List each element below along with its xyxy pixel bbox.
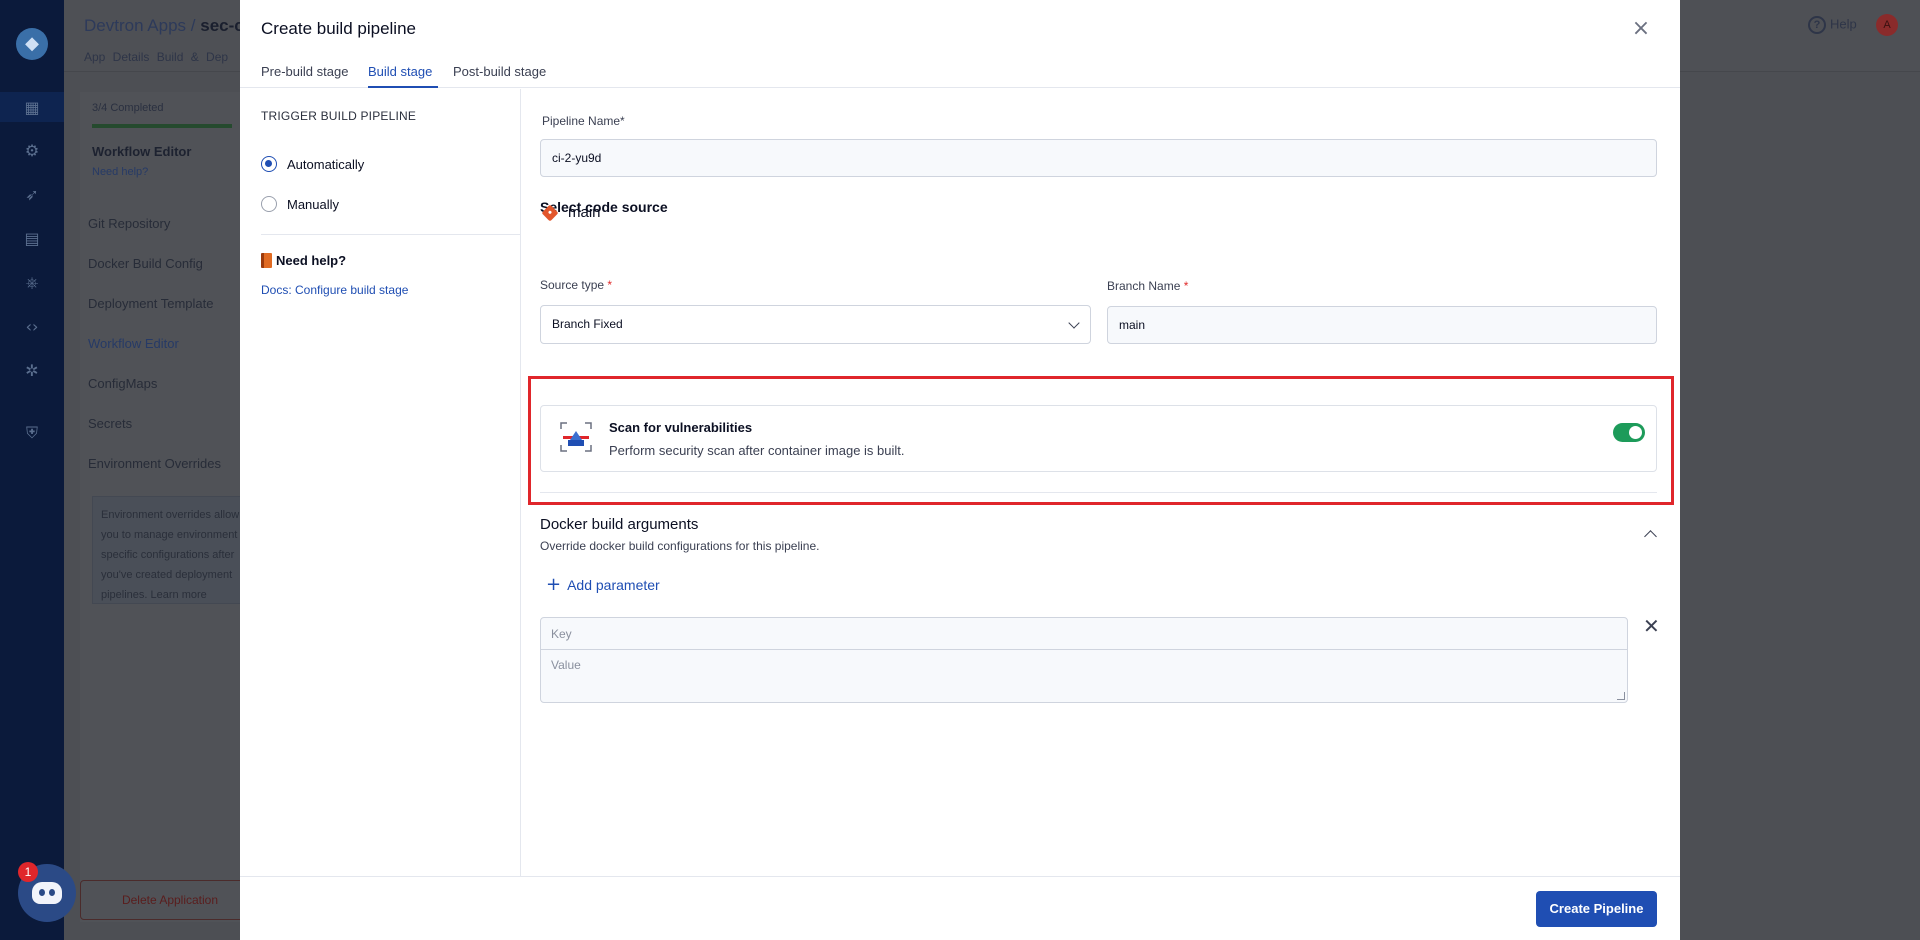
trigger-manually-option[interactable]: Manually (261, 196, 339, 212)
divider (540, 492, 1657, 493)
gear-icon[interactable]: ⚙ (22, 141, 42, 161)
key-input[interactable]: Key (541, 618, 1627, 650)
radio-label: Manually (287, 196, 340, 212)
value-textarea[interactable]: Value (541, 650, 1627, 702)
repository-name: main (568, 204, 601, 221)
scan-title: Scan for vulnerabilities (609, 420, 753, 435)
nav-item-configmaps[interactable]: ConfigMaps (88, 376, 157, 391)
scan-vulnerabilities-card: Scan for vulnerabilities Perform securit… (540, 405, 1657, 472)
need-help-link[interactable]: Need help? (92, 166, 148, 178)
discord-icon (32, 882, 62, 904)
nav-item-workflow-editor[interactable]: Workflow Editor (88, 336, 179, 351)
tab-post-build-stage[interactable]: Post-build stage (453, 64, 546, 79)
left-rail: ◆ ▦ ⚙ ➶ ▤ ⎈ ‹› ✲ ⛨ (0, 0, 64, 940)
chevron-down-icon (1068, 317, 1080, 329)
source-type-label: Source type * (540, 278, 613, 292)
pipeline-sidebar: TRIGGER BUILD PIPELINE Automatically Man… (240, 89, 521, 876)
nav-item-deployment-template[interactable]: Deployment Template (88, 296, 214, 311)
docker-build-arguments-heading: Docker build arguments (540, 516, 699, 533)
branch-name-input[interactable]: main (1107, 306, 1657, 344)
trigger-automatically-option[interactable]: Automatically (261, 156, 364, 172)
environment-overrides-note: Environment overrides allow you to manag… (92, 496, 262, 604)
shield-icon[interactable]: ⛨ (22, 423, 42, 443)
book-icon (261, 253, 272, 268)
progress-label: 3/4 Completed (92, 102, 164, 114)
docker-build-arguments-subtitle: Override docker build configurations for… (540, 539, 820, 553)
code-icon[interactable]: ‹› (22, 317, 42, 337)
create-build-pipeline-modal: Create build pipeline × Pre-build stage … (240, 0, 1680, 940)
chevron-up-icon[interactable] (1644, 530, 1657, 543)
divider (261, 234, 521, 235)
devtron-logo-icon[interactable]: ◆ (16, 28, 48, 60)
create-pipeline-button[interactable]: Create Pipeline (1536, 891, 1657, 927)
avatar[interactable]: A (1876, 14, 1898, 36)
modal-header: Create build pipeline × Pre-build stage … (240, 0, 1680, 88)
source-type-select[interactable]: Branch Fixed (540, 305, 1091, 344)
radio-label: Automatically (287, 156, 365, 172)
add-parameter-button[interactable]: + Add parameter (546, 574, 660, 595)
cluster-icon[interactable]: ⎈ (22, 273, 42, 293)
radio-button[interactable] (261, 196, 277, 212)
scan-vulnerabilities-toggle[interactable] (1613, 423, 1645, 442)
docs-configure-build-stage-link[interactable]: Docs: Configure build stage (261, 283, 408, 297)
close-icon[interactable]: × (1630, 18, 1652, 40)
plus-icon: + (546, 574, 562, 595)
modal-footer: Create Pipeline (240, 876, 1680, 940)
radio-button-checked[interactable] (261, 156, 277, 172)
trigger-heading: TRIGGER BUILD PIPELINE (261, 109, 417, 123)
remove-parameter-icon[interactable]: ✕ (1643, 616, 1660, 636)
help-circle-icon: ? (1808, 16, 1826, 34)
scan-description: Perform security scan after container im… (609, 443, 905, 458)
help-link[interactable]: ? Help (1808, 16, 1857, 34)
progress-bar (92, 124, 232, 128)
delete-application-button[interactable]: Delete Application (80, 880, 260, 920)
background-breadcrumb: Devtron Apps / sec-c (84, 16, 244, 35)
branch-name-label: Branch Name * (1107, 279, 1189, 293)
notification-badge: 1 (18, 862, 38, 882)
rocket-icon[interactable]: ➶ (22, 185, 42, 205)
settings-icon[interactable]: ✲ (22, 361, 42, 381)
scan-icon (560, 422, 592, 452)
need-help-heading: Need help? (261, 253, 346, 268)
stack-icon[interactable]: ▤ (22, 229, 42, 249)
apps-grid-icon[interactable]: ▦ (22, 98, 42, 118)
pipeline-name-label: Pipeline Name* (542, 114, 625, 128)
tab-pre-build-stage[interactable]: Pre-build stage (261, 64, 348, 79)
modal-title: Create build pipeline (261, 19, 416, 38)
build-argument-row: Key Value (540, 617, 1628, 703)
tab-build-stage[interactable]: Build stage (368, 64, 432, 79)
nav-item-git-repository[interactable]: Git Repository (88, 216, 170, 231)
active-tab-indicator (368, 86, 438, 88)
nav-item-docker-build-config[interactable]: Docker Build Config (88, 256, 203, 271)
pipeline-name-input[interactable]: ci-2-yu9d (540, 139, 1657, 177)
nav-item-secrets[interactable]: Secrets (88, 416, 132, 431)
pipeline-form: Pipeline Name* ci-2-yu9d Select code sou… (522, 89, 1680, 876)
background-tabs: App Details Build & Dep (84, 50, 229, 64)
nav-item-environment-overrides[interactable]: Environment Overrides (88, 456, 221, 471)
select-code-source-heading: Select code source (540, 199, 668, 215)
workflow-editor-heading: Workflow Editor (92, 144, 192, 159)
resize-handle-icon[interactable] (1617, 692, 1625, 700)
